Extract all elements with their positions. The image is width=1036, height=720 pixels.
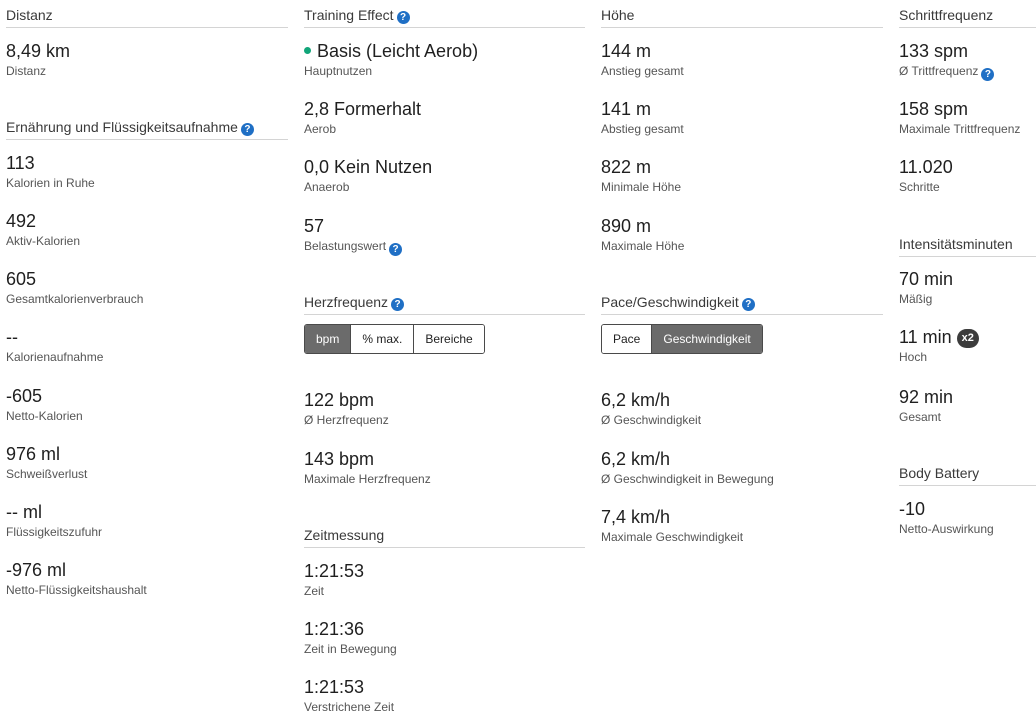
pace-speed-toggle: Pace Geschwindigkeit bbox=[601, 324, 763, 354]
tab-pace[interactable]: Pace bbox=[602, 325, 652, 353]
section-title-intensity-minutes: Intensitätsminuten bbox=[899, 229, 1036, 257]
stat-anaerobic: 0,0 Kein Nutzen Anaerob bbox=[304, 157, 433, 194]
section-title-body-battery: Body Battery bbox=[899, 458, 1036, 486]
stat-net-calories: -605 Netto-Kalorien bbox=[6, 386, 83, 423]
stat-sweat-loss: 976 ml Schweißverlust bbox=[6, 444, 88, 481]
stat-active-calories: 492 Aktiv-Kalorien bbox=[6, 211, 81, 248]
section-title-cadence: Schrittfrequenz bbox=[899, 0, 1036, 28]
tab-percent-max[interactable]: % max. bbox=[350, 325, 414, 353]
stat-avg-speed: 6,2 km/h Ø Geschwindigkeit bbox=[601, 390, 702, 427]
stat-time: 1:21:53 Zeit bbox=[304, 561, 365, 598]
help-icon[interactable]: ? bbox=[396, 11, 410, 24]
stat-avg-cadence: 133 spm Ø Trittfrequenz? bbox=[899, 40, 1036, 81]
section-title-timing: Zeitmessung bbox=[304, 520, 585, 548]
stat-max-speed: 7,4 km/h Maximale Geschwindigkeit bbox=[601, 507, 744, 544]
stat-total-intensity-minutes: 92 min Gesamt bbox=[899, 387, 954, 424]
stat-moving-time: 1:21:36 Zeit in Bewegung bbox=[304, 619, 397, 656]
stat-vigorous-minutes: 11 min x2 Hoch bbox=[899, 326, 1036, 365]
stat-max-heart-rate: 143 bpm Maximale Herzfrequenz bbox=[304, 449, 431, 486]
stat-fluid-intake: -- ml Flüssigkeitszufuhr bbox=[6, 502, 103, 539]
stat-total-ascent: 144 m Anstieg gesamt bbox=[601, 41, 684, 78]
stat-net-fluid-balance: -976 ml Netto-Flüssigkeitshaushalt bbox=[6, 560, 147, 597]
help-icon[interactable]: ? bbox=[981, 68, 995, 81]
section-title-training-effect: Training Effect? bbox=[304, 0, 585, 28]
help-icon[interactable]: ? bbox=[391, 298, 405, 311]
stat-training-load: 57 Belastungswert? bbox=[304, 215, 585, 256]
help-icon[interactable]: ? bbox=[741, 298, 755, 311]
stat-elapsed-time: 1:21:53 Verstrichene Zeit bbox=[304, 677, 395, 714]
help-icon[interactable]: ? bbox=[389, 243, 403, 256]
stat-total-calories: 605 Gesamtkalorienverbrauch bbox=[6, 269, 144, 306]
section-title-heart-rate: Herzfrequenz? bbox=[304, 287, 585, 315]
multiplier-badge: x2 bbox=[956, 329, 979, 348]
tab-zones[interactable]: Bereiche bbox=[413, 325, 484, 353]
stat-distance: 8,49 km Distanz bbox=[6, 41, 71, 78]
heart-rate-unit-toggle: bpm % max. Bereiche bbox=[304, 324, 485, 354]
status-dot-icon bbox=[304, 47, 311, 54]
stat-max-elevation: 890 m Maximale Höhe bbox=[601, 216, 685, 253]
stat-aerobic: 2,8 Formerhalt Aerob bbox=[304, 99, 422, 136]
section-title-pace: Pace/Geschwindigkeit? bbox=[601, 287, 883, 315]
section-title-distance: Distanz bbox=[6, 0, 288, 28]
stat-resting-calories: 113 Kalorien in Ruhe bbox=[6, 153, 95, 190]
stat-avg-moving-speed: 6,2 km/h Ø Geschwindigkeit in Bewegung bbox=[601, 449, 774, 486]
tab-speed[interactable]: Geschwindigkeit bbox=[651, 325, 762, 353]
section-title-nutrition: Ernährung und Flüssigkeitsaufnahme? bbox=[6, 112, 288, 140]
stat-avg-heart-rate: 122 bpm Ø Herzfrequenz bbox=[304, 390, 389, 427]
stat-steps: 11.020 Schritte bbox=[899, 157, 953, 194]
section-title-elevation: Höhe bbox=[601, 0, 883, 28]
stat-max-cadence: 158 spm Maximale Trittfrequenz bbox=[899, 99, 1021, 136]
stat-min-elevation: 822 m Minimale Höhe bbox=[601, 157, 682, 194]
stat-primary-benefit: Basis (Leicht Aerob) Hauptnutzen bbox=[304, 41, 479, 78]
stat-body-battery-net: -10 Netto-Auswirkung bbox=[899, 499, 994, 536]
tab-bpm[interactable]: bpm bbox=[305, 325, 351, 353]
help-icon[interactable]: ? bbox=[240, 123, 254, 136]
stat-total-descent: 141 m Abstieg gesamt bbox=[601, 99, 684, 136]
stat-calorie-intake: -- Kalorienaufnahme bbox=[6, 327, 104, 364]
stat-moderate-minutes: 70 min Mäßig bbox=[899, 269, 954, 306]
